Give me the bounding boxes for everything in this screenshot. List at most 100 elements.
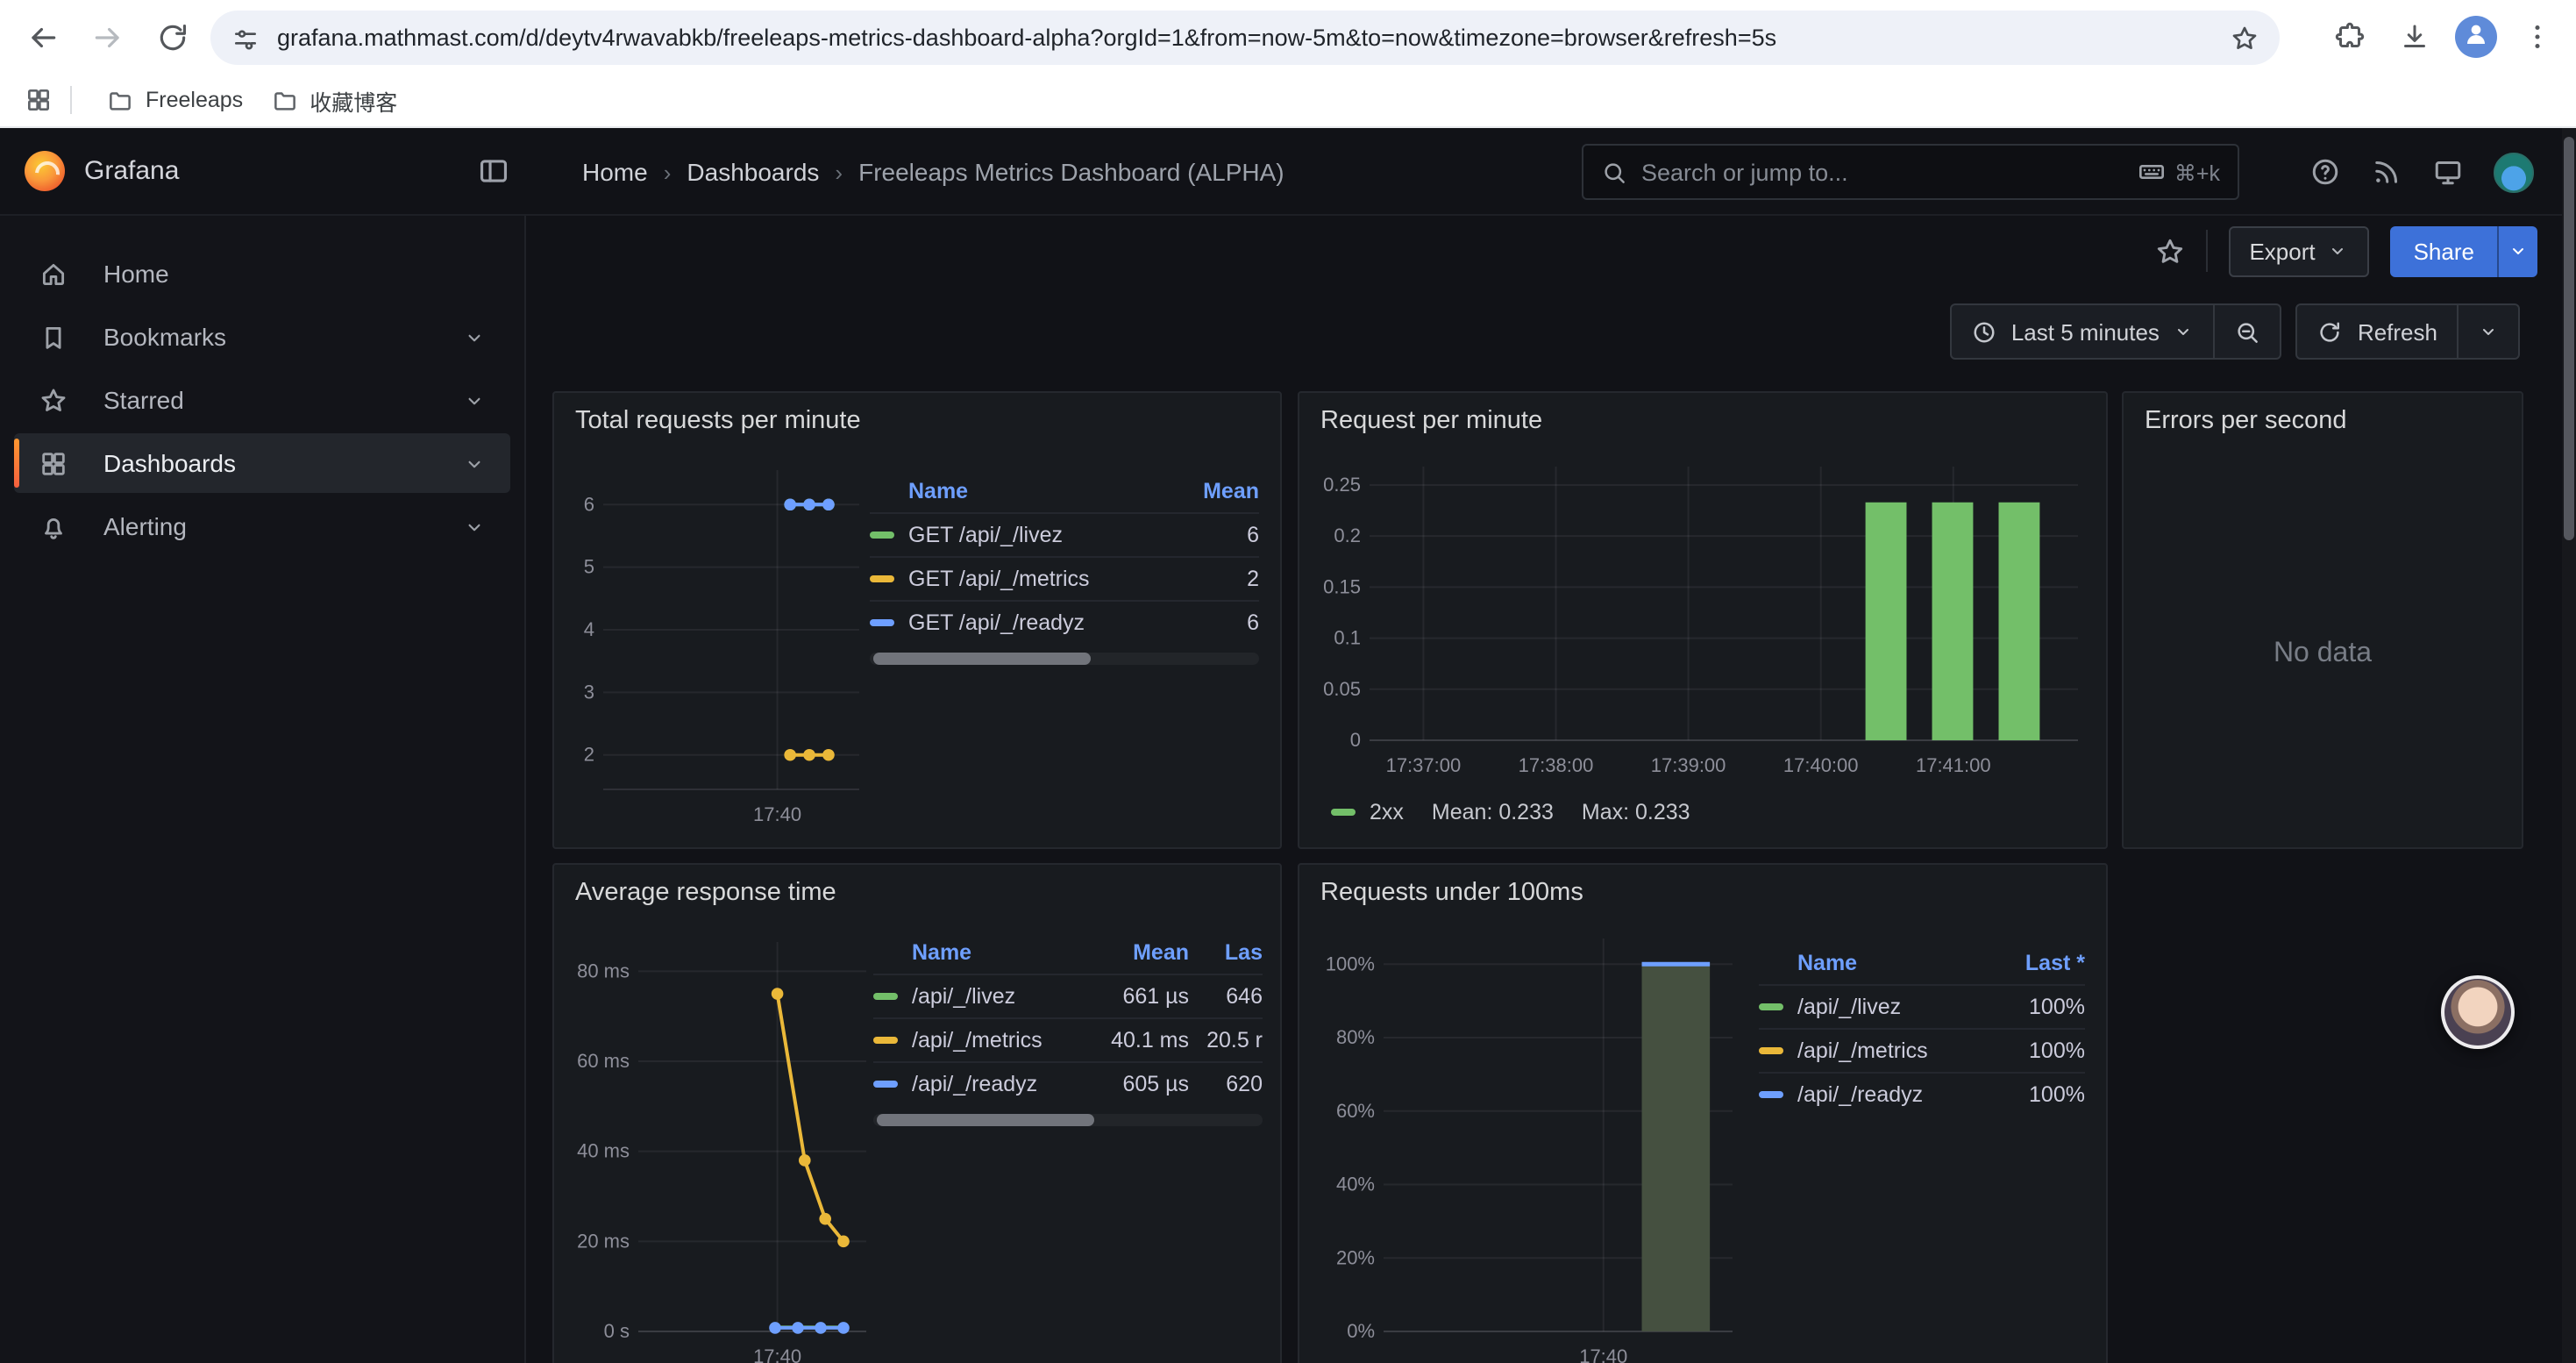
share-button[interactable]: Share [2391,225,2537,276]
bookmark-item[interactable]: Freeleaps [93,78,257,122]
chevron-down-icon[interactable] [463,389,486,411]
legend-row[interactable]: /api/_/readyz605 µs620 [873,1061,1263,1105]
chevron-down-icon[interactable] [463,325,486,348]
svg-text:40 ms: 40 ms [577,1140,630,1162]
series-swatch [870,619,894,626]
breadcrumb-item[interactable]: Dashboards [687,158,819,186]
average-response-chart[interactable]: 80 ms60 ms40 ms20 ms0 s17:40 [568,924,880,1363]
panel-average-response-time: Average response time 80 ms60 ms40 ms20 … [552,863,1282,1363]
sidebar-item-alerting[interactable]: Alerting [14,496,510,556]
series-value: 620 [1189,1072,1263,1096]
browser-menu-icon[interactable] [2513,12,2562,61]
series-swatch [1759,1003,1783,1010]
panel-errors-per-second: Errors per second No data [2122,391,2523,849]
series-value: 100% [2001,995,2085,1019]
legend-column-header[interactable]: Mean [1087,940,1189,965]
export-button[interactable]: Export [2228,225,2369,276]
legend-row[interactable]: GET /api/_/livez 6 [870,512,1259,556]
grafana-logo-icon[interactable] [25,151,65,191]
series-value: 646 [1189,984,1263,1009]
sidebar-item-starred[interactable]: Starred [14,370,510,430]
legend-line[interactable]: 2xx Mean: 0.233 Max: 0.233 [1331,800,1690,824]
url-text[interactable]: grafana.mathmast.com/d/deytv4rwavabkb/fr… [277,25,2231,51]
search-box[interactable]: ⌘+k [1582,144,2239,200]
help-icon[interactable] [2309,156,2341,188]
legend-row[interactable]: /api/_/readyz100% [1759,1072,2085,1116]
star-icon [39,385,74,415]
assistant-avatar[interactable] [2441,975,2515,1049]
breadcrumb-item[interactable]: Home [582,158,648,186]
legend-column-header[interactable]: Last * [2001,951,2085,975]
sidebar-toggle-icon[interactable] [477,154,510,196]
scrollbar-thumb[interactable] [2564,137,2574,540]
share-menu-button[interactable] [2497,225,2537,276]
series-name: /api/_/readyz [1797,1082,1923,1107]
sidebar-item-label: Starred [103,386,463,414]
series-swatch [1331,809,1356,816]
page-scrollbar[interactable] [2562,128,2576,1363]
series-name: GET /api/_/livez [908,523,1063,547]
legend-column-header[interactable]: Las [1189,940,1263,965]
panel-title[interactable]: Total requests per minute [575,407,861,435]
news-icon[interactable] [2371,156,2402,188]
refresh-interval-button[interactable] [2457,305,2518,358]
sidebar-item-bookmarks[interactable]: Bookmarks [14,307,510,367]
series-swatch [1759,1091,1783,1098]
panel-title[interactable]: Request per minute [1320,407,1542,435]
search-input[interactable] [1641,159,2138,185]
total-requests-chart[interactable]: 6543217:40 [568,453,870,835]
svg-text:0 s: 0 s [604,1320,630,1342]
forward-icon[interactable] [82,12,132,61]
reload-icon[interactable] [147,12,196,61]
apps-grid-icon[interactable] [25,86,53,114]
svg-text:0.05: 0.05 [1323,678,1361,700]
legend-row[interactable]: GET /api/_/metrics2 [870,556,1259,600]
legend-row[interactable]: /api/_/livez661 µs646 [873,974,1263,1017]
site-settings-icon[interactable] [231,24,260,52]
apps-icon [39,448,74,478]
favorite-dashboard-icon[interactable] [2154,236,2184,266]
under-100ms-chart[interactable]: 100%80%60%40%20%0%17:40 [1317,924,1747,1363]
series-swatch [873,993,898,1000]
legend-scrollbar-thumb[interactable] [873,653,1092,665]
legend-row[interactable]: /api/_/metrics100% [1759,1028,2085,1072]
sidebar-item-label: Alerting [103,512,463,540]
downloads-icon[interactable] [2390,12,2439,61]
bookmark-label: 收藏博客 [310,83,397,117]
panel-title[interactable]: Errors per second [2145,407,2347,435]
sidebar-item-dashboards[interactable]: Dashboards [14,433,510,493]
chevron-down-icon[interactable] [463,515,486,538]
url-bar[interactable]: grafana.mathmast.com/d/deytv4rwavabkb/fr… [210,11,2280,65]
series-swatch [870,575,894,582]
sidebar-item-home[interactable]: Home [14,244,510,303]
panel-title[interactable]: Average response time [575,879,836,907]
legend-scrollbar[interactable] [870,653,1259,665]
legend-scrollbar[interactable] [873,1114,1263,1126]
legend-header: NameLast * [1759,946,2085,984]
actions-divider [2205,230,2207,272]
refresh-button[interactable]: Refresh [2298,305,2457,358]
legend-row[interactable]: /api/_/metrics40.1 ms20.5 r [873,1017,1263,1061]
back-icon[interactable] [18,12,67,61]
grafana-profile-avatar[interactable] [2494,152,2534,192]
svg-text:80 ms: 80 ms [577,960,630,981]
legend-column-header[interactable]: Mean [1182,479,1259,503]
panel-request-per-minute: Request per minute 0.250.20.150.10.05017… [1298,391,2108,849]
panel-total-requests: Total requests per minute 6543217:40 Nam… [552,391,1282,849]
series-name: /api/_/livez [1797,995,1901,1019]
extensions-icon[interactable] [2325,12,2374,61]
zoom-out-button[interactable] [2214,305,2281,358]
bookmark-star-icon[interactable] [2231,24,2259,52]
chevron-down-icon[interactable] [463,452,486,475]
browser-profile-avatar[interactable] [2455,16,2497,58]
legend-row[interactable]: GET /api/_/readyz6 [870,600,1259,644]
bookmark-item[interactable]: 收藏博客 [257,78,411,122]
svg-text:17:40:00: 17:40:00 [1783,754,1859,776]
legend-scrollbar-thumb[interactable] [877,1114,1095,1126]
panel-title[interactable]: Requests under 100ms [1320,879,1583,907]
time-range-picker[interactable]: Last 5 minutes [1952,305,2214,358]
kiosk-monitor-icon[interactable] [2432,156,2464,188]
series-value: 6 [1182,523,1259,547]
legend-row[interactable]: /api/_/livez 100% [1759,984,2085,1028]
request-per-minute-chart[interactable]: 0.250.20.150.10.05017:37:0017:38:0017:39… [1317,453,2092,786]
